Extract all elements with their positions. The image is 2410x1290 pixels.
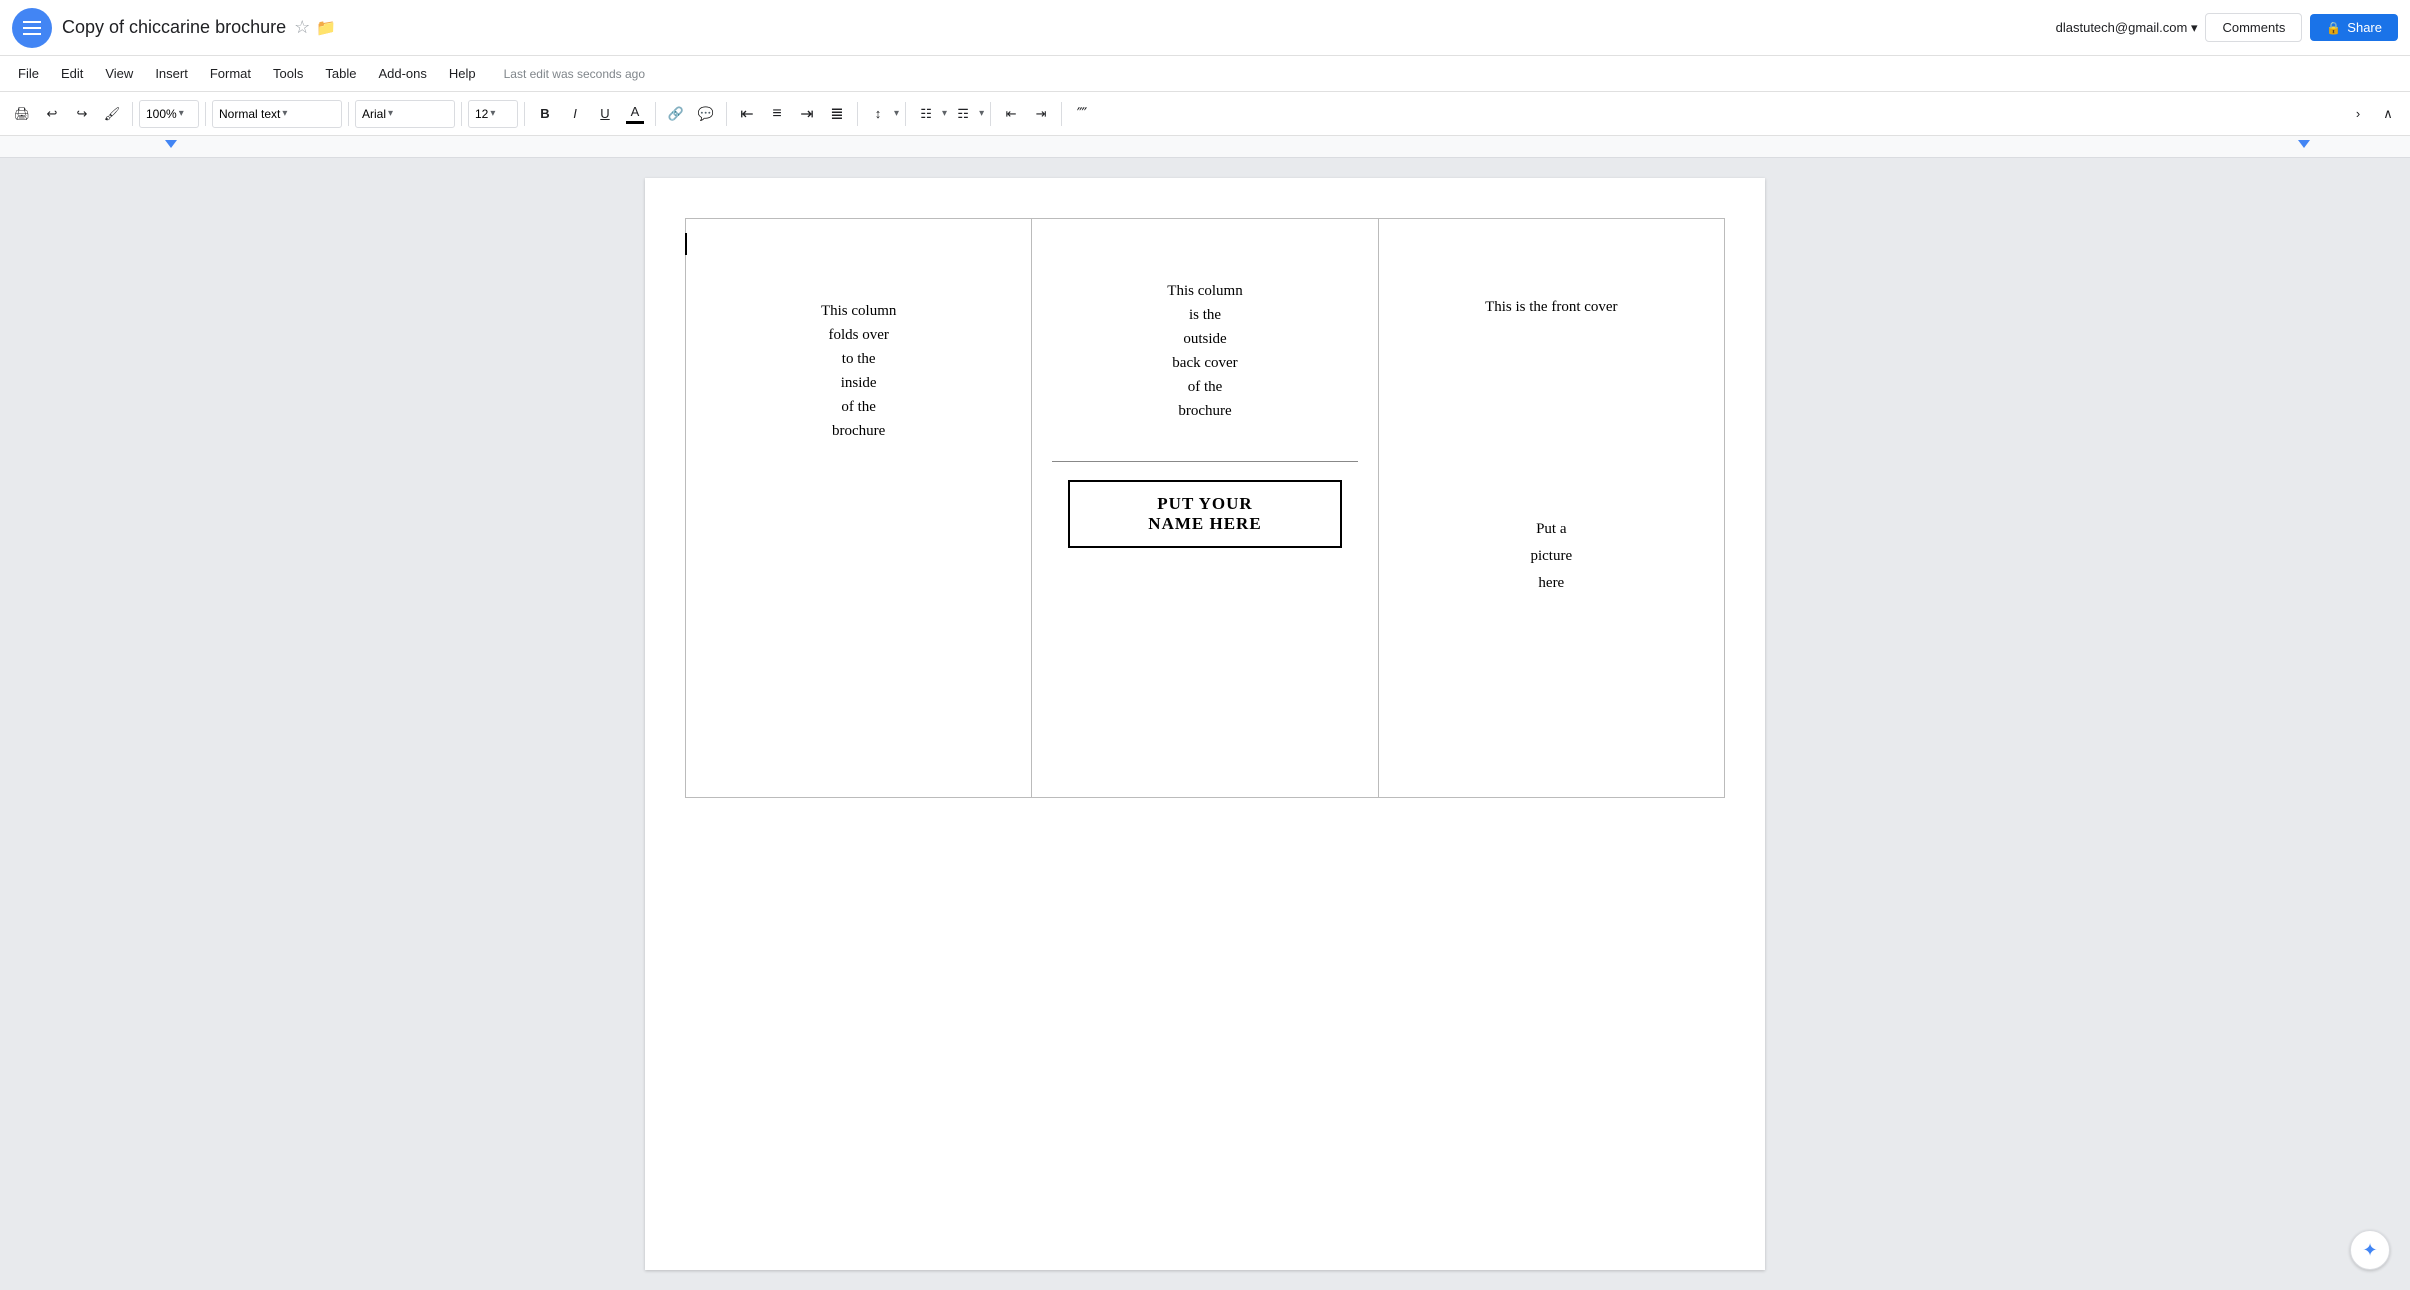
italic-button[interactable]: I bbox=[561, 100, 589, 128]
insert-link-button[interactable]: 🔗 bbox=[662, 100, 690, 128]
font-size-dropdown[interactable]: 12 ▾ bbox=[468, 100, 518, 128]
underline-button[interactable]: U bbox=[591, 100, 619, 128]
user-email[interactable]: dlastutech@gmail.com ▾ bbox=[2056, 20, 2198, 36]
lock-icon: 🔒 bbox=[2326, 21, 2341, 35]
name-box-line2: NAME HERE bbox=[1100, 514, 1311, 534]
share-button[interactable]: 🔒 Share bbox=[2310, 14, 2398, 41]
undo-button[interactable]: ↩ bbox=[38, 100, 66, 128]
smart-compose-button[interactable]: ✦ bbox=[2350, 1230, 2390, 1270]
menu-addons[interactable]: Add-ons bbox=[368, 62, 436, 85]
menu-table[interactable]: Table bbox=[315, 62, 366, 85]
line-spacing-arrow: ▾ bbox=[894, 108, 899, 119]
last-edit-status: Last edit was seconds ago bbox=[504, 67, 645, 81]
menu-file[interactable]: File bbox=[8, 62, 49, 85]
separator-2 bbox=[205, 102, 206, 126]
ruler-left-margin-indicator[interactable] bbox=[165, 140, 177, 148]
ruler-right-margin-indicator[interactable] bbox=[2298, 140, 2310, 148]
bullet-list-arrow: ▾ bbox=[979, 108, 984, 119]
ruler bbox=[0, 136, 2410, 158]
menu-bar: File Edit View Insert Format Tools Table… bbox=[0, 56, 2410, 92]
name-box-line1: PUT YOUR bbox=[1100, 494, 1311, 514]
clear-formatting-button[interactable]: ⁗ bbox=[1068, 100, 1096, 128]
collapse-toolbar-button[interactable]: ∧ bbox=[2374, 100, 2402, 128]
more-options-button[interactable]: › bbox=[2344, 100, 2372, 128]
menu-view[interactable]: View bbox=[95, 62, 143, 85]
print-button[interactable]: 🖨 bbox=[8, 100, 36, 128]
font-color-letter: A bbox=[631, 104, 640, 119]
brochure-column-1[interactable]: This column folds over to the inside of … bbox=[686, 219, 1032, 797]
menu-format[interactable]: Format bbox=[200, 62, 261, 85]
picture-text-line2: picture bbox=[1530, 543, 1572, 570]
font-dropdown[interactable]: Arial ▾ bbox=[355, 100, 455, 128]
separator-3 bbox=[348, 102, 349, 126]
brochure-column-2[interactable]: This column is the outside back cover of… bbox=[1032, 219, 1378, 797]
horizontal-divider bbox=[1052, 461, 1357, 462]
paragraph-style-dropdown[interactable]: Normal text ▾ bbox=[212, 100, 342, 128]
picture-placeholder: Put a picture here bbox=[1530, 516, 1572, 597]
separator-8 bbox=[857, 102, 858, 126]
separator-9 bbox=[905, 102, 906, 126]
separator-1 bbox=[132, 102, 133, 126]
menu-tools[interactable]: Tools bbox=[263, 62, 313, 85]
bullet-list-button[interactable]: ☶ bbox=[949, 100, 977, 128]
toolbar: 🖨 ↩ ↪ 🖌 100% ▾ Normal text ▾ Arial ▾ 12 … bbox=[0, 92, 2410, 136]
brochure-column-3[interactable]: This is the front cover Put a picture he… bbox=[1379, 219, 1724, 797]
font-color-button[interactable]: A bbox=[621, 100, 649, 128]
column-3-content: This is the front cover Put a picture he… bbox=[1399, 239, 1704, 597]
insert-comment-button[interactable]: 💬 bbox=[692, 100, 720, 128]
separator-4 bbox=[461, 102, 462, 126]
picture-text-line1: Put a bbox=[1530, 516, 1572, 543]
top-bar: Copy of chiccarine brochure ☆ 📁 dlastute… bbox=[0, 0, 2410, 56]
align-left-button[interactable]: ⇤ bbox=[733, 100, 761, 128]
redo-button[interactable]: ↪ bbox=[68, 100, 96, 128]
separator-11 bbox=[1061, 102, 1062, 126]
align-right-button[interactable]: ⇥ bbox=[793, 100, 821, 128]
back-cover-text: This column is the outside back cover of… bbox=[1167, 279, 1242, 423]
app-menu-button[interactable] bbox=[12, 8, 52, 48]
document-page: This column folds over to the inside of … bbox=[645, 178, 1765, 1270]
align-justify-button[interactable]: ≣ bbox=[823, 100, 851, 128]
separator-6 bbox=[655, 102, 656, 126]
separator-7 bbox=[726, 102, 727, 126]
column-2-content: This column is the outside back cover of… bbox=[1052, 239, 1357, 558]
column-1-text: This column folds over to the inside of … bbox=[821, 299, 896, 443]
bold-button[interactable]: B bbox=[531, 100, 559, 128]
align-center-button[interactable]: ≡ bbox=[763, 100, 791, 128]
brochure-columns: This column folds over to the inside of … bbox=[685, 218, 1725, 798]
color-indicator bbox=[626, 121, 644, 124]
text-cursor bbox=[685, 233, 687, 255]
picture-text-line3: here bbox=[1530, 570, 1572, 597]
zoom-dropdown[interactable]: 100% ▾ bbox=[139, 100, 199, 128]
menu-help[interactable]: Help bbox=[439, 62, 486, 85]
front-cover-text: This is the front cover bbox=[1485, 299, 1617, 316]
menu-edit[interactable]: Edit bbox=[51, 62, 93, 85]
document-area[interactable]: This column folds over to the inside of … bbox=[0, 158, 2410, 1290]
comments-button[interactable]: Comments bbox=[2205, 13, 2302, 42]
name-box[interactable]: PUT YOUR NAME HERE bbox=[1068, 480, 1343, 548]
document-title[interactable]: Copy of chiccarine brochure bbox=[62, 17, 286, 38]
star-icon[interactable]: ☆ bbox=[294, 17, 310, 38]
numbered-list-arrow: ▾ bbox=[942, 108, 947, 119]
increase-indent-button[interactable]: ⇥ bbox=[1027, 100, 1055, 128]
separator-10 bbox=[990, 102, 991, 126]
separator-5 bbox=[524, 102, 525, 126]
menu-insert[interactable]: Insert bbox=[145, 62, 198, 85]
line-spacing-button[interactable]: ↕ bbox=[864, 100, 892, 128]
numbered-list-button[interactable]: ☷ bbox=[912, 100, 940, 128]
decrease-indent-button[interactable]: ⇤ bbox=[997, 100, 1025, 128]
folder-icon[interactable]: 📁 bbox=[316, 18, 336, 38]
paint-format-button[interactable]: 🖌 bbox=[98, 100, 126, 128]
